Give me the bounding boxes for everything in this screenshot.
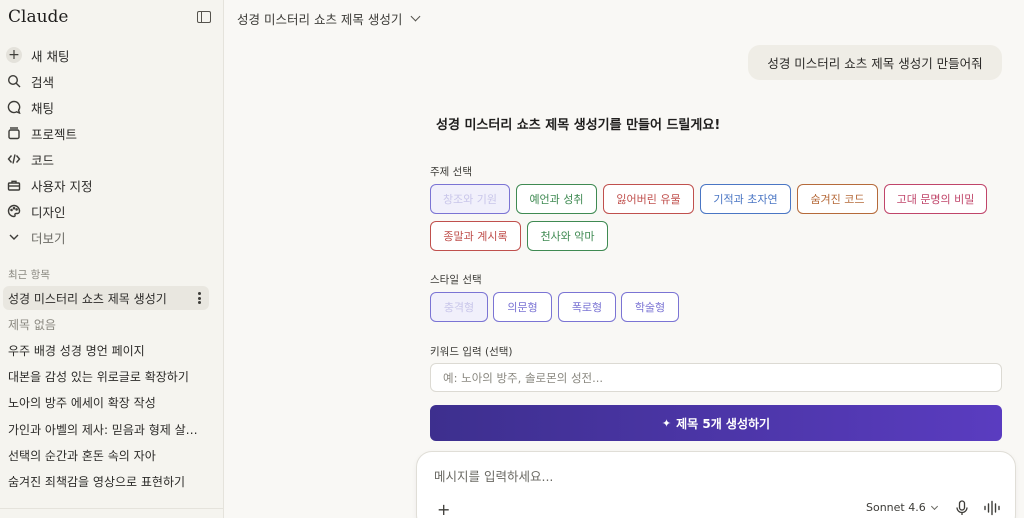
recent-item[interactable]: 가인과 아벨의 제사: 믿음과 형제 살… bbox=[8, 417, 208, 441]
recent-item[interactable]: 제목 없음 bbox=[8, 312, 208, 336]
topic-label: 주제 선택 bbox=[430, 166, 472, 178]
style-chip-label: 폭로형 bbox=[571, 301, 603, 314]
sidebar-item-label: 더보기 bbox=[31, 230, 66, 246]
user-message-bubble: 성경 미스터리 쇼츠 제목 생성기 만들어줘 bbox=[748, 45, 1002, 80]
model-selector[interactable]: Sonnet 4.6 bbox=[866, 501, 938, 514]
sidebar-item-label: 디자인 bbox=[31, 204, 66, 220]
recent-item-label: 성경 미스터리 쇼츠 제목 생성기 bbox=[8, 291, 167, 306]
message-composer: + Sonnet 4.6 bbox=[416, 451, 1016, 518]
search-icon bbox=[6, 73, 22, 89]
topic-chip-label: 숨겨진 코드 bbox=[810, 193, 865, 206]
topic-chip[interactable]: 기적과 초자연 bbox=[700, 184, 791, 214]
sidebar: Claude + 새 채팅 검색 채팅 프로젝트 코드 사용자 지정 디자인 더… bbox=[0, 0, 224, 518]
sidebar-item-label: 사용자 지정 bbox=[31, 178, 93, 194]
recent-item-label: 가인과 아벨의 제사: 믿음과 형제 살… bbox=[8, 422, 198, 437]
style-chip-label: 학술형 bbox=[634, 301, 666, 314]
topic-chip[interactable]: 종말과 계시록 bbox=[430, 221, 521, 251]
sidebar-item-search[interactable]: 검색 bbox=[6, 70, 54, 92]
generate-titles-button[interactable]: ✦ 제목 5개 생성하기 bbox=[430, 405, 1002, 441]
sidebar-item-more[interactable]: 더보기 bbox=[6, 226, 66, 248]
topic-chip[interactable]: 숨겨진 코드 bbox=[797, 184, 878, 214]
keyword-label: 키워드 입력 (선택) bbox=[430, 346, 513, 358]
code-icon bbox=[6, 151, 22, 167]
recent-item-label: 우주 배경 성경 명언 페이지 bbox=[8, 343, 145, 358]
palette-icon bbox=[6, 203, 22, 219]
topic-chip[interactable]: 고대 문명의 비밀 bbox=[884, 184, 987, 214]
folder-icon bbox=[6, 125, 22, 141]
style-chip[interactable]: 충격형 bbox=[430, 292, 488, 322]
recent-item-label: 제목 없음 bbox=[8, 317, 56, 332]
sidebar-item-label: 프로젝트 bbox=[31, 126, 78, 142]
message-input[interactable] bbox=[434, 469, 994, 484]
recent-item-label: 선택의 순간과 혼돈 속의 자아 bbox=[8, 448, 156, 463]
style-chip[interactable]: 폭로형 bbox=[558, 292, 616, 322]
style-chip[interactable]: 의문형 bbox=[493, 292, 552, 322]
chevron-down-icon bbox=[6, 229, 22, 245]
plus-icon: + bbox=[6, 47, 22, 63]
sidebar-item-new-chat[interactable]: + 새 채팅 bbox=[6, 44, 69, 66]
topic-chip[interactable]: 예언과 성취 bbox=[516, 184, 597, 214]
topic-chip-label: 기적과 초자연 bbox=[713, 193, 778, 206]
style-chip[interactable]: 학술형 bbox=[621, 292, 679, 322]
sidebar-item-projects[interactable]: 프로젝트 bbox=[6, 122, 77, 144]
sidebar-footer bbox=[0, 508, 224, 518]
style-chip-label: 의문형 bbox=[507, 301, 538, 314]
sidebar-item-design[interactable]: 디자인 bbox=[6, 200, 66, 222]
sidebar-item-label: 검색 bbox=[31, 74, 55, 90]
model-name: Sonnet 4.6 bbox=[866, 501, 926, 514]
sidebar-item-customize[interactable]: 사용자 지정 bbox=[6, 174, 92, 196]
chat-icon bbox=[6, 99, 22, 115]
assistant-heading: 성경 미스터리 쇼츠 제목 생성기를 만들어 드릴게요! bbox=[436, 118, 721, 133]
topic-chip-label: 예언과 성취 bbox=[529, 193, 584, 206]
recent-item[interactable]: 우주 배경 성경 명언 페이지 bbox=[8, 338, 208, 362]
topic-chip[interactable]: 창조와 기원 bbox=[430, 184, 510, 214]
recent-item-label: 대본을 감성 있는 위로글로 확장하기 bbox=[8, 369, 189, 384]
recent-item[interactable]: 노아의 방주 에세이 확장 작성 bbox=[8, 390, 208, 414]
recent-item-label: 숨겨진 죄책감을 영상으로 표현하기 bbox=[8, 474, 186, 489]
sidebar-toggle-icon[interactable] bbox=[197, 11, 211, 23]
topic-chip[interactable]: 잃어버린 유물 bbox=[603, 184, 694, 214]
topic-chip[interactable]: 천사와 악마 bbox=[527, 221, 608, 251]
sidebar-item-chats[interactable]: 채팅 bbox=[6, 96, 54, 118]
voice-mode-icon[interactable] bbox=[983, 500, 1001, 516]
recent-item-label: 노아의 방주 에세이 확장 작성 bbox=[8, 395, 156, 410]
sidebar-item-label: 코드 bbox=[31, 152, 55, 168]
chevron-down-icon bbox=[410, 11, 421, 22]
sidebar-item-code[interactable]: 코드 bbox=[6, 148, 54, 170]
more-options-icon[interactable] bbox=[198, 292, 201, 304]
topic-chip-label: 창조와 기원 bbox=[442, 193, 498, 206]
conversation-title-menu[interactable]: 성경 미스터리 쇼츠 제목 생성기 bbox=[237, 9, 421, 28]
recent-item-active[interactable]: 성경 미스터리 쇼츠 제목 생성기 bbox=[3, 286, 209, 310]
style-label: 스타일 선택 bbox=[430, 274, 482, 286]
style-chip-label: 충격형 bbox=[443, 301, 475, 314]
recent-item[interactable]: 대본을 감성 있는 위로글로 확장하기 bbox=[8, 364, 208, 388]
brand-logo[interactable]: Claude bbox=[8, 7, 68, 27]
topic-chip-label: 천사와 악마 bbox=[540, 230, 595, 243]
sparkle-icon: ✦ bbox=[661, 416, 672, 430]
topic-chip-label: 잃어버린 유물 bbox=[616, 193, 681, 206]
sidebar-item-label: 새 채팅 bbox=[31, 48, 70, 64]
keyword-input[interactable] bbox=[430, 363, 1002, 392]
topic-chip-label: 고대 문명의 비밀 bbox=[896, 193, 975, 206]
microphone-icon[interactable] bbox=[955, 500, 969, 516]
add-attachment-icon[interactable]: + bbox=[437, 500, 450, 518]
recent-section-label: 최근 항목 bbox=[8, 269, 50, 281]
generate-button-label: 제목 5개 생성하기 bbox=[676, 416, 771, 431]
user-message-text: 성경 미스터리 쇼츠 제목 생성기 만들어줘 bbox=[767, 56, 983, 71]
recent-item[interactable]: 선택의 순간과 혼돈 속의 자아 bbox=[8, 443, 208, 467]
page-title: 성경 미스터리 쇼츠 제목 생성기 bbox=[237, 12, 403, 27]
recent-item[interactable]: 숨겨진 죄책감을 영상으로 표현하기 bbox=[8, 469, 208, 493]
topic-chip-label: 종말과 계시록 bbox=[443, 230, 508, 243]
sidebar-item-label: 채팅 bbox=[31, 100, 55, 116]
toolbox-icon bbox=[6, 177, 22, 193]
chevron-down-icon bbox=[930, 502, 938, 510]
